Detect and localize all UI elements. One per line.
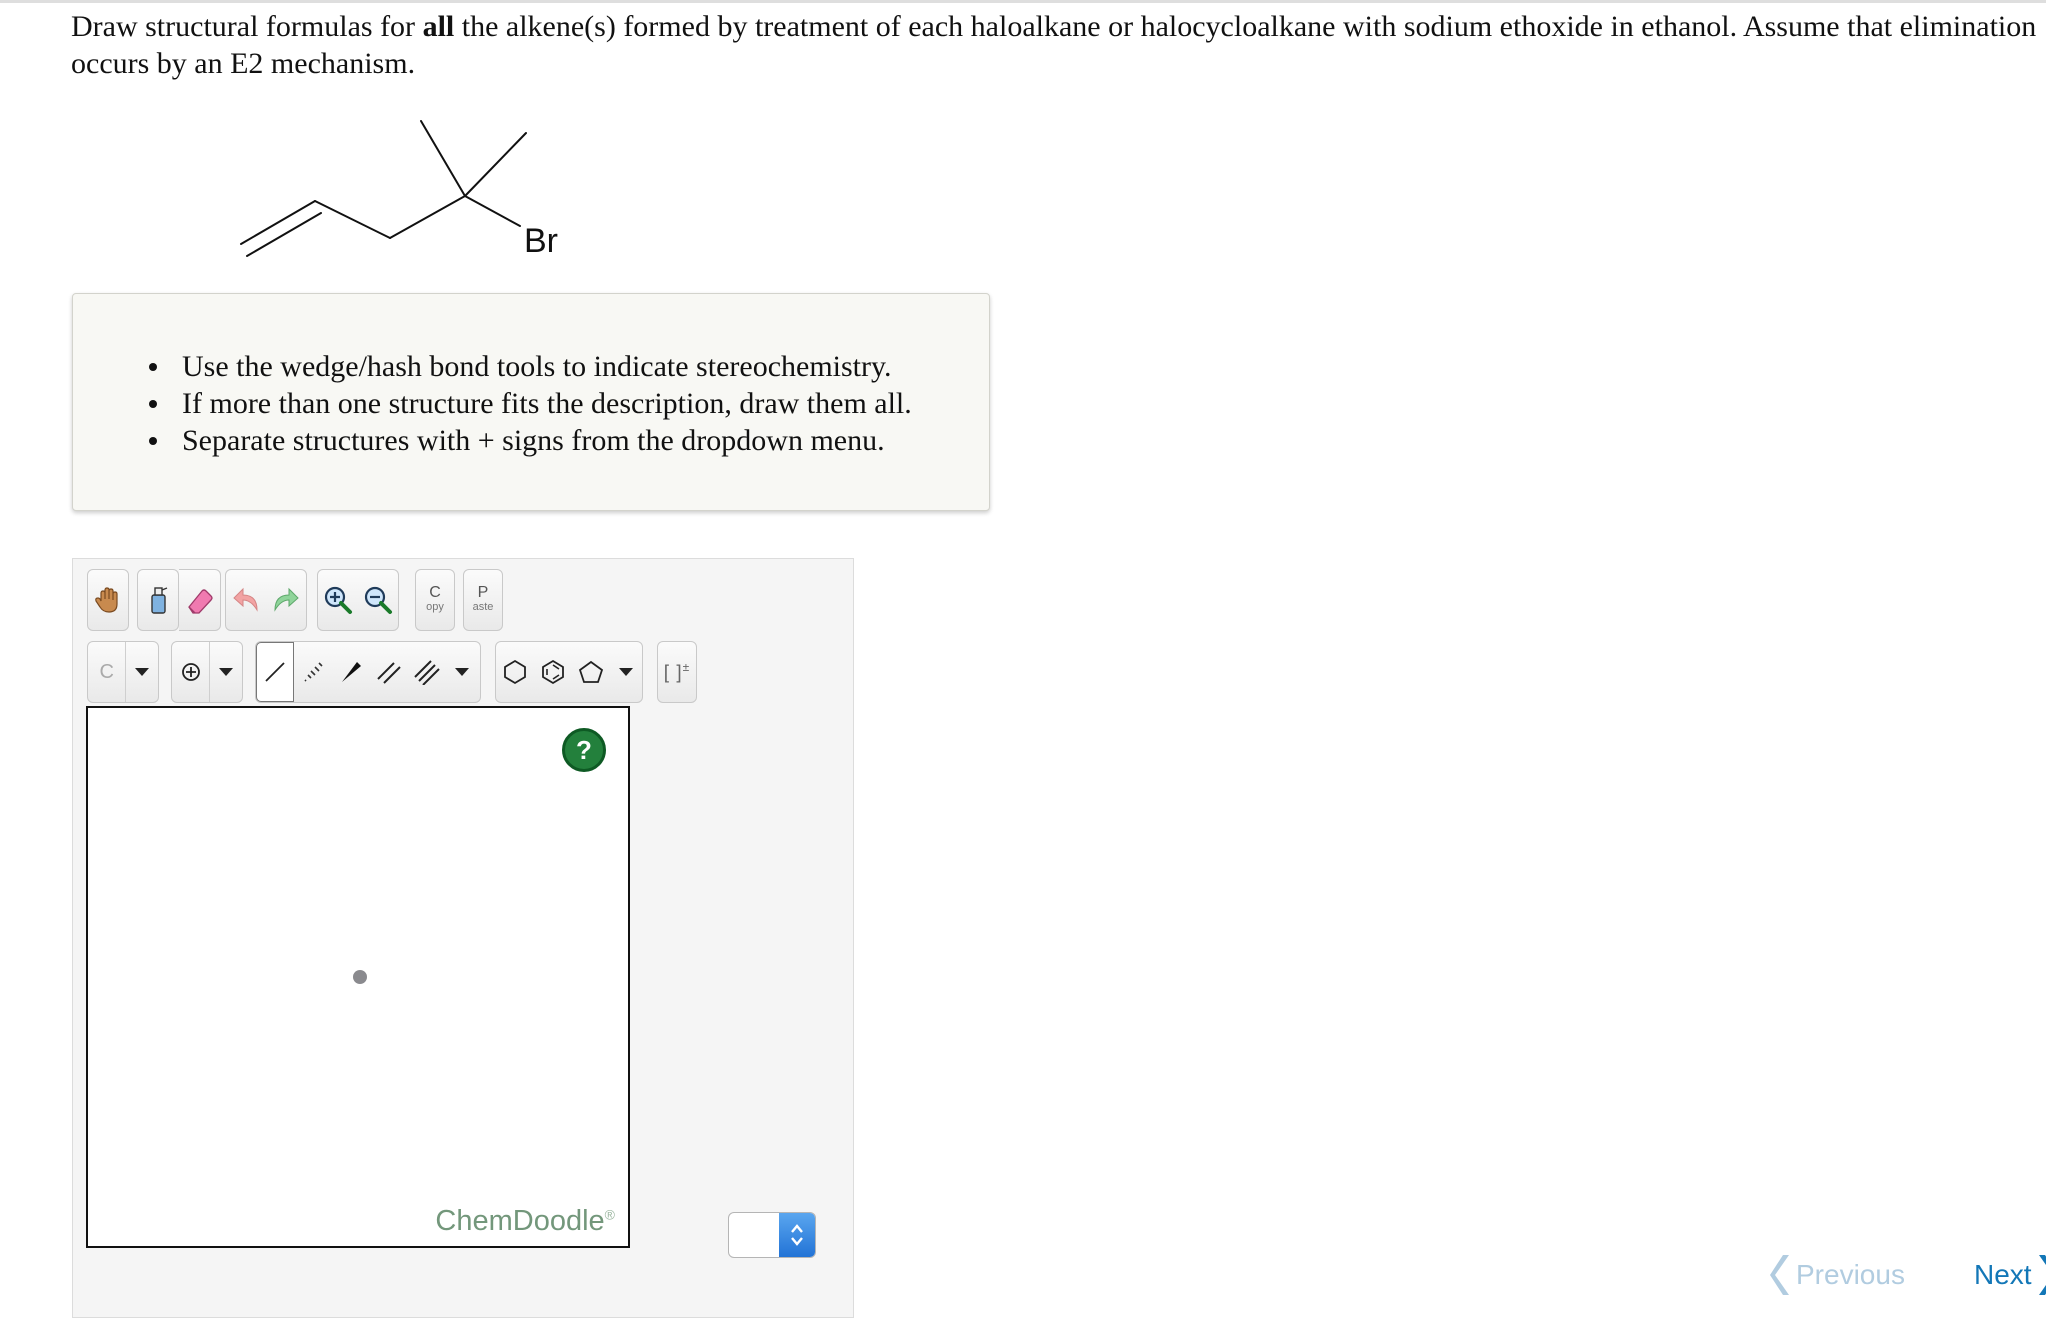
paste-label-small: aste — [472, 601, 494, 613]
question-text: Draw structural formulas for all the alk… — [71, 8, 2046, 82]
copy-label: Copy — [426, 584, 444, 614]
chemdoodle-brand: ChemDoodle® — [435, 1205, 615, 1238]
copy-label-big: C — [429, 584, 441, 601]
drawing-canvas[interactable]: ? ChemDoodle® — [86, 706, 630, 1248]
wedge-bond-icon — [342, 662, 361, 682]
zoom-in-icon — [324, 586, 352, 614]
copy-label-small: opy — [426, 601, 444, 613]
double-bond-icon — [377, 662, 401, 684]
element-label: C — [99, 660, 114, 683]
top-divider — [0, 0, 2046, 3]
instruction-item: Use the wedge/hash bond tools to indicat… — [149, 348, 912, 385]
pan-tool-button[interactable] — [87, 569, 129, 631]
undo-button[interactable] — [226, 570, 266, 630]
undo-redo-group — [225, 569, 307, 631]
triple-bond-icon — [414, 660, 440, 685]
haloalkane-structure: Br — [240, 120, 558, 260]
undo-icon — [233, 587, 258, 612]
ring-dropdown[interactable] — [610, 642, 642, 702]
bond-tools-group — [255, 641, 481, 703]
zoom-out-icon — [364, 586, 392, 614]
hand-icon — [95, 587, 118, 613]
bracket-charge-button[interactable]: [ ]± — [657, 641, 697, 703]
next-label: Next — [1974, 1259, 2032, 1290]
cyclohexane-button[interactable] — [496, 642, 534, 702]
chevron-left-icon — [1770, 1255, 1789, 1295]
paste-label: Paste — [472, 584, 494, 614]
select-arrows-icon — [779, 1213, 815, 1257]
cyclopentane-button[interactable] — [572, 642, 610, 702]
element-button[interactable]: C — [88, 642, 125, 702]
redo-button[interactable] — [266, 570, 306, 630]
plus-sign-select[interactable] — [728, 1212, 816, 1258]
double-bond-button[interactable] — [370, 642, 408, 702]
instruction-item: Separate structures with + signs from th… — [149, 422, 912, 459]
charge-button[interactable] — [172, 642, 209, 702]
benzene-button[interactable] — [534, 642, 572, 702]
zoom-out-button[interactable] — [358, 570, 398, 630]
cyclopentane-icon — [578, 660, 604, 683]
zoom-group — [317, 569, 399, 631]
wedge-bond-button[interactable] — [332, 642, 370, 702]
chevron-down-icon — [135, 668, 150, 676]
instructions-box: Use the wedge/hash bond tools to indicat… — [72, 293, 990, 511]
charge-dropdown[interactable] — [210, 642, 242, 702]
triple-bond-button[interactable] — [408, 642, 446, 702]
clear-bottle-icon — [151, 587, 168, 614]
previous-link[interactable]: Previous — [1770, 1253, 1905, 1297]
previous-label: Previous — [1796, 1259, 1905, 1290]
charge-plus-icon — [181, 663, 200, 681]
chevron-right-icon — [2038, 1255, 2046, 1295]
bracket-superscript: ± — [682, 659, 691, 674]
element-selector: C — [87, 641, 159, 703]
eraser-tool-button[interactable] — [179, 569, 221, 631]
question-emphasis: all — [422, 10, 455, 43]
copy-button[interactable]: Copy — [415, 569, 455, 631]
element-dropdown[interactable] — [126, 642, 158, 702]
benzene-icon — [542, 659, 564, 685]
brand-registered-mark: ® — [604, 1206, 615, 1223]
chevron-down-icon — [455, 668, 469, 676]
chevron-down-icon — [219, 668, 234, 676]
brand-text: ChemDoodle — [435, 1205, 605, 1237]
canvas-cursor-dot — [353, 970, 367, 984]
bond-dropdown[interactable] — [446, 642, 478, 702]
bromine-label: Br — [524, 222, 558, 260]
paste-button[interactable]: Paste — [463, 569, 503, 631]
charge-selector — [171, 641, 243, 703]
question-text-start: Draw structural formulas for — [71, 10, 423, 43]
single-bond-button[interactable] — [256, 642, 294, 702]
paste-label-big: P — [477, 584, 489, 601]
help-button[interactable]: ? — [562, 728, 606, 772]
bracket-label: [ ]± — [664, 660, 690, 684]
zoom-in-button[interactable] — [318, 570, 358, 630]
eraser-icon — [187, 589, 213, 614]
redo-icon — [274, 587, 299, 612]
cyclohexane-icon — [504, 659, 526, 685]
bracket-text: [ ] — [663, 662, 683, 684]
instructions-list: Use the wedge/hash bond tools to indicat… — [149, 348, 912, 459]
clear-tool-button[interactable] — [137, 569, 179, 631]
hash-bond-button[interactable] — [294, 642, 332, 702]
chevron-down-icon — [619, 668, 633, 676]
ring-tools-group — [495, 641, 643, 703]
hash-bond-icon — [304, 662, 323, 682]
instruction-item: If more than one structure fits the desc… — [149, 387, 912, 420]
next-link[interactable]: Next — [1974, 1253, 2046, 1297]
single-bond-icon — [265, 662, 285, 682]
